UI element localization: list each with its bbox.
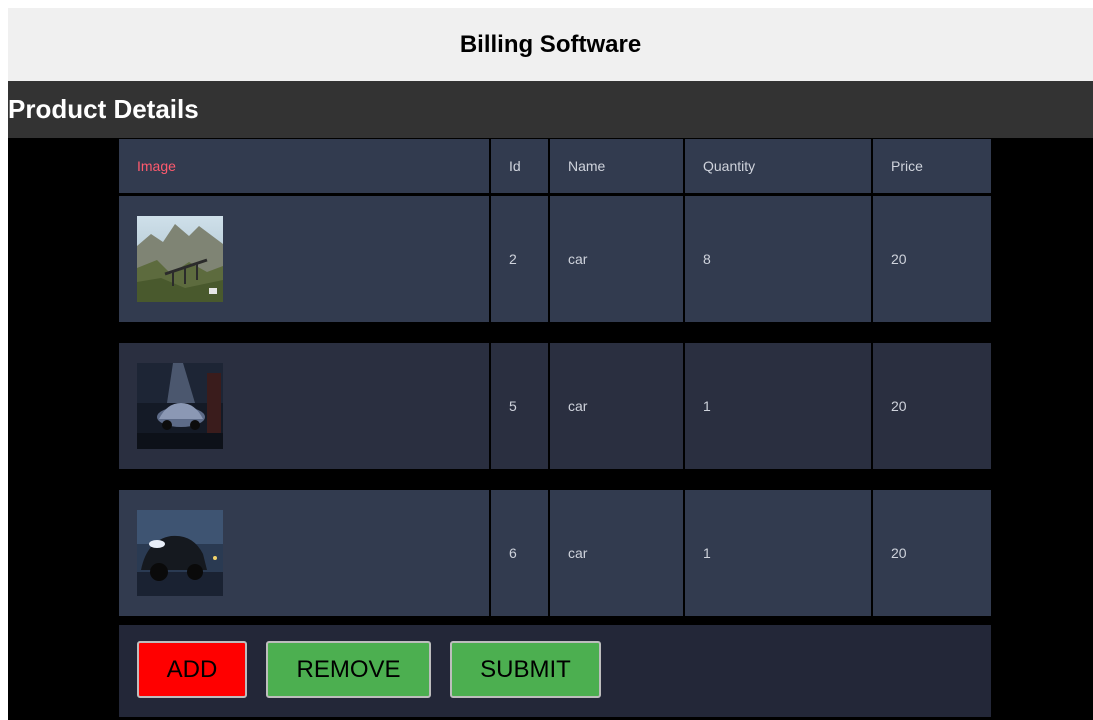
table-row: 6 car 1 20 bbox=[119, 490, 991, 616]
column-header-image: Image bbox=[119, 139, 491, 193]
id-cell: 2 bbox=[491, 196, 550, 322]
app-title: Billing Software bbox=[8, 8, 1093, 81]
table-row: 2 car 8 20 bbox=[119, 196, 991, 322]
column-header-quantity: Quantity bbox=[685, 139, 873, 193]
table-row: 5 car 1 20 bbox=[119, 343, 991, 469]
quantity-cell: 1 bbox=[685, 490, 873, 616]
image-cell bbox=[119, 490, 491, 616]
name-cell: car bbox=[550, 196, 685, 322]
column-header-name: Name bbox=[550, 139, 685, 193]
id-cell: 6 bbox=[491, 490, 550, 616]
price-cell: 20 bbox=[873, 343, 991, 469]
mountain-bridge-thumbnail bbox=[137, 216, 223, 302]
price-cell: 20 bbox=[873, 196, 991, 322]
column-header-id: Id bbox=[491, 139, 550, 193]
night-car-thumbnail bbox=[137, 363, 223, 449]
table-header-row: Image Id Name Quantity Price bbox=[119, 139, 991, 193]
quantity-cell: 1 bbox=[685, 343, 873, 469]
race-car-thumbnail bbox=[137, 510, 223, 596]
section-title: Product Details bbox=[8, 81, 1093, 138]
quantity-cell: 8 bbox=[685, 196, 873, 322]
name-cell: car bbox=[550, 343, 685, 469]
id-cell: 5 bbox=[491, 343, 550, 469]
price-cell: 20 bbox=[873, 490, 991, 616]
column-header-price: Price bbox=[873, 139, 991, 193]
remove-button[interactable]: REMOVE bbox=[266, 641, 431, 698]
image-cell bbox=[119, 343, 491, 469]
image-cell bbox=[119, 196, 491, 322]
add-button[interactable]: ADD bbox=[137, 641, 247, 698]
action-bar: ADD REMOVE SUBMIT bbox=[119, 625, 991, 717]
page: Billing Software Product Details Image I… bbox=[8, 8, 1093, 720]
submit-button[interactable]: SUBMIT bbox=[450, 641, 601, 698]
name-cell: car bbox=[550, 490, 685, 616]
